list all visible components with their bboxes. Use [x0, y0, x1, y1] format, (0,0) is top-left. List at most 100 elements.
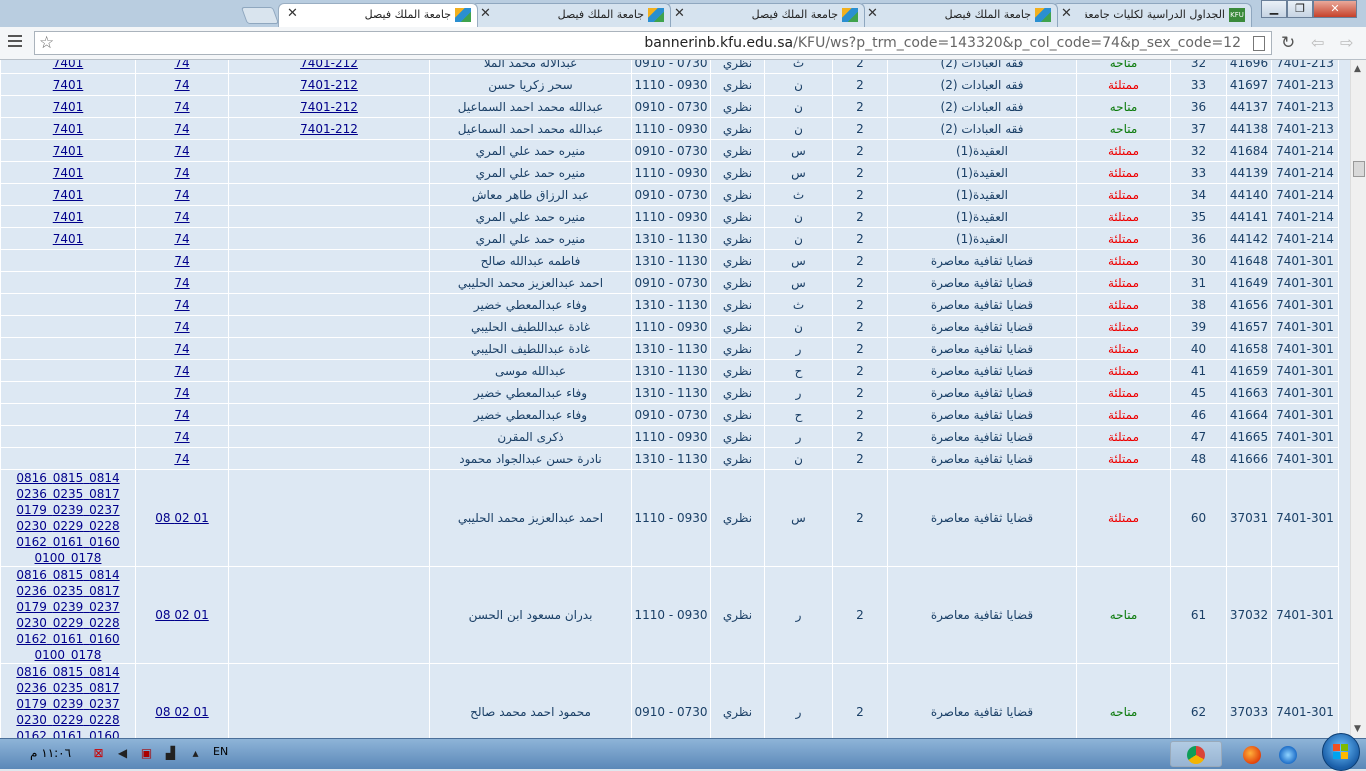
- bookmark-star-icon[interactable]: ☆: [39, 33, 54, 53]
- browser-tab[interactable]: جامعة الملك فيصل ✕: [471, 3, 671, 27]
- cell-college-link[interactable]: 74: [174, 430, 189, 444]
- cell-codes-link[interactable]: 0814 0815 0816 0817 0235 0236 0237 0239 …: [16, 471, 119, 565]
- cell-time: 0930 - 1110: [631, 315, 711, 338]
- cell-college-link[interactable]: 74: [174, 188, 189, 202]
- cell-section: 34: [1170, 183, 1227, 206]
- cell-codes-link[interactable]: 0814 0815 0816 0817 0235 0236 0237 0239 …: [16, 665, 119, 738]
- signal-icon[interactable]: ▟: [164, 747, 177, 760]
- language-indicator[interactable]: EN: [213, 745, 228, 758]
- cell-college-link[interactable]: 74: [174, 232, 189, 246]
- browser-tab[interactable]: جامعة الملك فيصل ✕: [665, 3, 865, 27]
- taskbar-ie-button[interactable]: [1262, 741, 1314, 767]
- tab-close-icon[interactable]: ✕: [1061, 6, 1072, 21]
- cell-prereq: [228, 293, 430, 316]
- tab-strip: KFU الجداول الدراسية لكليات جامعة ✕ جامعة ا…: [0, 0, 1366, 27]
- cell-prereq-link[interactable]: 7401-212: [300, 100, 358, 114]
- cell-college: 74: [135, 271, 229, 294]
- tab-close-icon[interactable]: ✕: [287, 6, 298, 21]
- cell-day: ث: [764, 293, 833, 316]
- cell-course: 7401-301: [1271, 315, 1339, 338]
- cell-college-link[interactable]: 74: [174, 60, 189, 70]
- cell-dept-link[interactable]: 7401: [53, 100, 84, 114]
- cell-day: ث: [764, 60, 833, 74]
- tab-close-icon[interactable]: ✕: [867, 6, 878, 21]
- browser-tab[interactable]: جامعة الملك فيصل ✕: [278, 3, 478, 27]
- cell-levels-link[interactable]: 01 02 08: [155, 608, 209, 622]
- cell-type: نظري: [710, 271, 765, 294]
- forward-arrow-icon[interactable]: ⇨: [1340, 33, 1353, 52]
- cell-section: 37: [1170, 117, 1227, 140]
- taskbar-clock[interactable]: ١١:٠٦ م: [30, 746, 71, 760]
- volume-icon[interactable]: ◀: [116, 747, 129, 760]
- cell-levels-link[interactable]: 01 02 08: [155, 705, 209, 719]
- cell-college-link[interactable]: 74: [174, 122, 189, 136]
- cell-crn: 41663: [1226, 381, 1272, 404]
- cell-credits: 2: [832, 469, 888, 567]
- cell-college-link[interactable]: 74: [174, 452, 189, 466]
- cell-dept-link[interactable]: 7401: [53, 166, 84, 180]
- cell-college-link[interactable]: 74: [174, 298, 189, 312]
- scroll-thumb[interactable]: [1353, 161, 1365, 177]
- cell-type: نظري: [710, 183, 765, 206]
- cell-college-link[interactable]: 74: [174, 408, 189, 422]
- cell-college-link[interactable]: 74: [174, 276, 189, 290]
- cell-title: قضايا ثقافية معاصرة: [887, 315, 1077, 338]
- taskbar-chrome-button[interactable]: [1170, 741, 1222, 767]
- cell-crn: 41664: [1226, 403, 1272, 426]
- cell-dept-link[interactable]: 7401: [53, 60, 84, 70]
- tray-expand-icon[interactable]: ▴: [189, 747, 202, 760]
- cell-college-link[interactable]: 74: [174, 78, 189, 92]
- cell-college-link[interactable]: 74: [174, 320, 189, 334]
- cell-dept-link[interactable]: 7401: [53, 188, 84, 202]
- network-error-icon[interactable]: ⊠: [92, 747, 105, 760]
- cell-dept-link[interactable]: 7401: [53, 210, 84, 224]
- cell-college-link[interactable]: 74: [174, 342, 189, 356]
- close-window-button[interactable]: ✕: [1313, 0, 1357, 18]
- cell-crn: 44139: [1226, 161, 1272, 184]
- cell-levels-link[interactable]: 01 02 08: [155, 511, 209, 525]
- restore-button[interactable]: ❐: [1287, 0, 1313, 18]
- browser-tab[interactable]: KFU الجداول الدراسية لكليات جامعة ✕: [1052, 3, 1252, 27]
- minimize-button[interactable]: ▁: [1261, 0, 1287, 18]
- cell-college: 74: [135, 381, 229, 404]
- cell-college: 74: [135, 337, 229, 360]
- cell-college-link[interactable]: 74: [174, 386, 189, 400]
- cell-college-link[interactable]: 74: [174, 254, 189, 268]
- cell-instructor: محمود احمد محمد صالح: [429, 663, 632, 738]
- cell-levels: 01 02 08: [135, 566, 229, 664]
- new-tab-button[interactable]: [240, 7, 280, 24]
- page-info-icon[interactable]: [1253, 36, 1265, 51]
- cell-title: قضايا ثقافية معاصرة: [887, 566, 1077, 664]
- cell-college-link[interactable]: 74: [174, 144, 189, 158]
- cell-prereq-link[interactable]: 7401-212: [300, 60, 358, 70]
- cell-dept-link[interactable]: 7401: [53, 122, 84, 136]
- browser-tab[interactable]: جامعة الملك فيصل ✕: [858, 3, 1058, 27]
- cell-dept-link[interactable]: 7401: [53, 144, 84, 158]
- cell-college-link[interactable]: 74: [174, 166, 189, 180]
- menu-icon[interactable]: [8, 35, 22, 49]
- power-icon[interactable]: ▣: [140, 747, 153, 760]
- cell-dept-link[interactable]: 7401: [53, 232, 84, 246]
- start-button[interactable]: [1322, 733, 1360, 771]
- scroll-up-icon[interactable]: ▲: [1354, 64, 1361, 74]
- cell-prereq-link[interactable]: 7401-212: [300, 78, 358, 92]
- cell-dept: 7401: [0, 227, 136, 250]
- cell-college-link[interactable]: 74: [174, 100, 189, 114]
- url-path: /KFU/ws?p_trm_code=143320&p_col_code=74&…: [793, 35, 1241, 51]
- address-bar[interactable]: ☆ bannerinb.kfu.edu.sa/KFU/ws?p_trm_code…: [34, 31, 1272, 55]
- tab-close-icon[interactable]: ✕: [674, 6, 685, 21]
- scroll-down-icon[interactable]: ▼: [1354, 724, 1361, 734]
- cell-dept-link[interactable]: 7401: [53, 78, 84, 92]
- url-text[interactable]: bannerinb.kfu.edu.sa/KFU/ws?p_trm_code=1…: [644, 35, 1241, 51]
- cell-instructor: منيره حمد علي المري: [429, 139, 632, 162]
- reload-icon[interactable]: ↻: [1281, 33, 1295, 53]
- cell-prereq-link[interactable]: 7401-212: [300, 122, 358, 136]
- cell-status: متاحه: [1076, 95, 1171, 118]
- cell-college-link[interactable]: 74: [174, 210, 189, 224]
- cell-prereq: [228, 139, 430, 162]
- back-arrow-icon[interactable]: ⇦: [1311, 33, 1324, 52]
- vertical-scrollbar[interactable]: ▲ ▼: [1350, 60, 1366, 738]
- tab-close-icon[interactable]: ✕: [480, 6, 491, 21]
- cell-codes-link[interactable]: 0814 0815 0816 0817 0235 0236 0237 0239 …: [16, 568, 119, 662]
- cell-college-link[interactable]: 74: [174, 364, 189, 378]
